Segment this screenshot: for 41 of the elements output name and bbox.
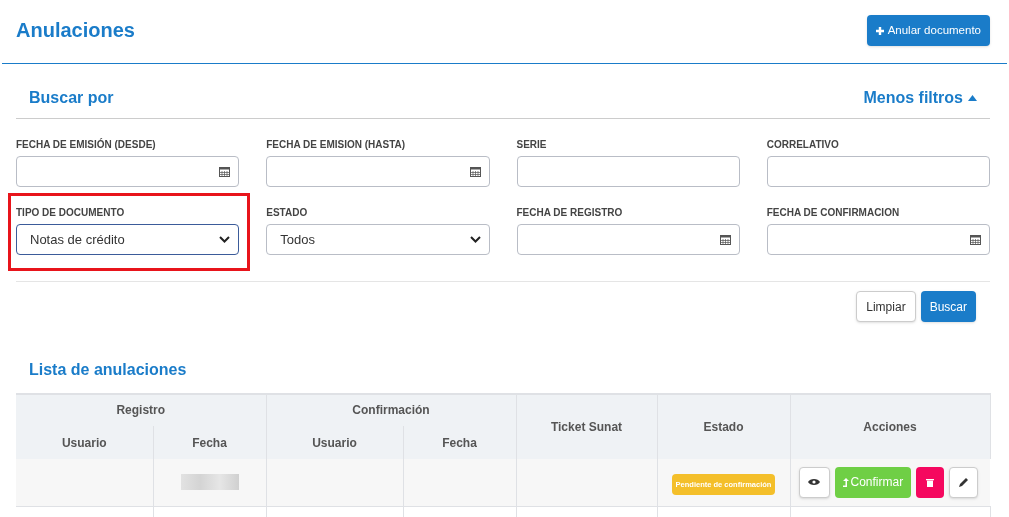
caret-up-icon [968, 94, 977, 101]
filter-label: FECHA DE REGISTRO [516, 206, 624, 219]
clear-button[interactable]: Limpiar [856, 291, 916, 322]
chevron-down-icon [469, 236, 481, 243]
date-field[interactable] [16, 156, 240, 187]
column-group-header: Registro [16, 394, 266, 426]
filter-label: TIPO DE DOCUMENTO [16, 206, 126, 219]
calendar-icon [719, 234, 731, 245]
arrow-up-icon [842, 477, 849, 487]
search-button[interactable]: Buscar [920, 291, 976, 322]
edit-button[interactable] [949, 466, 979, 498]
plus-icon [875, 26, 884, 35]
view-button[interactable] [798, 466, 830, 498]
chevron-down-icon [219, 236, 231, 243]
section-title: Buscar por [29, 87, 114, 108]
filter-label: ESTADO [266, 206, 309, 219]
filter-label: FECHA DE EMISIÓN (DESDE) [16, 138, 157, 151]
page-title: Anulaciones [16, 18, 135, 43]
filter-label: SERIE [516, 138, 548, 151]
blurred-text [180, 474, 239, 491]
column-group-header: Confirmación [266, 394, 516, 426]
text-field[interactable] [766, 156, 990, 187]
delete-button[interactable] [916, 466, 945, 498]
less-filters-toggle[interactable]: Menos filtros [863, 85, 977, 110]
filter-label: FECHA DE EMISION (HASTA) [266, 138, 407, 151]
text-field[interactable] [516, 156, 740, 187]
date-field[interactable] [766, 224, 990, 255]
select-field[interactable]: Todos [266, 224, 490, 255]
select-field[interactable]: Notas de crédito [16, 224, 240, 255]
filter-label: CORRELATIVO [766, 138, 840, 151]
calendar-icon [219, 166, 231, 177]
calendar-icon [970, 234, 981, 245]
calendar-icon [469, 166, 481, 177]
date-field[interactable] [516, 224, 740, 255]
filter-label: FECHA DE CONFIRMACION [766, 206, 901, 219]
eye-icon [808, 478, 820, 487]
trash-icon [926, 477, 935, 487]
section-title: Lista de anulaciones [29, 361, 187, 378]
date-field[interactable] [266, 156, 490, 187]
cancel-document-button[interactable]: Anular documento [866, 15, 990, 46]
pencil-icon [958, 477, 969, 488]
